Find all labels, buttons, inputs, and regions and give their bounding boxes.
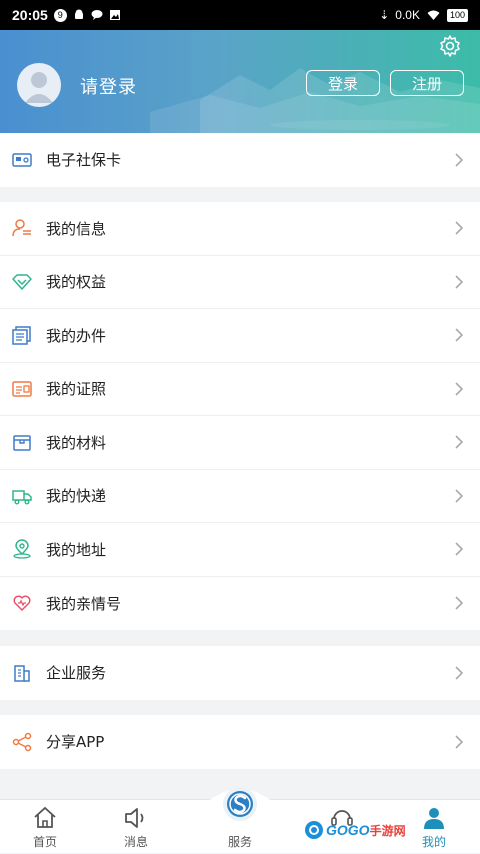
chevron-right-icon — [455, 221, 464, 235]
diamond-icon — [12, 274, 32, 290]
menu-item-label: 我的材料 — [46, 433, 107, 452]
menu-item-label: 我的快递 — [46, 487, 107, 506]
tab-label: 服务 — [227, 835, 252, 849]
chevron-right-icon — [455, 666, 464, 680]
default-avatar-icon — [25, 72, 53, 103]
chevron-right-icon — [455, 153, 464, 167]
android-icon — [74, 9, 83, 19]
mute-icon: ⇣ — [379, 8, 390, 22]
user-icon — [424, 808, 444, 829]
menu-item-label: 企业服务 — [46, 664, 107, 683]
menu-section-share: 分享APP — [0, 715, 480, 769]
menu-item-licenses[interactable]: 我的证照 — [0, 363, 480, 416]
login-prompt[interactable]: 请登录 — [80, 73, 137, 99]
menu-section-personal: 我的信息 我的权益 我的办件 我的证照 我的材料 我的快递 我的地址 我的亲情号 — [0, 202, 480, 630]
menu-item-label: 我的证照 — [46, 380, 107, 399]
share-icon — [12, 732, 32, 751]
home-icon — [34, 806, 56, 828]
tab-messages[interactable]: 消息 — [96, 800, 176, 854]
chat-icon — [91, 10, 103, 20]
chevron-right-icon — [455, 435, 464, 449]
menu-item-label: 我的权益 — [46, 273, 107, 292]
menu-item-label: 我的办件 — [46, 326, 107, 345]
watermark-suffix: 手游网 — [369, 823, 406, 838]
status-time: 20:05 — [12, 7, 48, 23]
watermark-logo: GOGO 手游网 — [304, 816, 406, 844]
menu-item-address[interactable]: 我的地址 — [0, 523, 480, 577]
profile-header: 请登录 登录 注册 — [0, 30, 480, 133]
menu-item-enterprise[interactable]: 企业服务 — [0, 646, 480, 700]
watermark-brand: GOGO — [326, 822, 370, 838]
menu-item-express[interactable]: 我的快递 — [0, 470, 480, 523]
menu-item-label: 我的亲情号 — [46, 594, 122, 613]
register-button[interactable]: 注册 — [390, 70, 464, 96]
menu-item-cases[interactable]: 我的办件 — [0, 309, 480, 363]
social-card-icon — [12, 153, 32, 167]
truck-icon — [12, 490, 32, 505]
menu-item-label: 分享APP — [46, 733, 105, 752]
tab-label: 消息 — [123, 835, 148, 849]
chevron-right-icon — [455, 489, 464, 503]
battery-icon: 100 — [446, 8, 468, 22]
chevron-right-icon — [455, 328, 464, 342]
chevron-right-icon — [455, 542, 464, 556]
location-icon — [13, 539, 31, 559]
menu-item-share[interactable]: 分享APP — [0, 715, 480, 769]
menu-section-card: 电子社保卡 — [0, 133, 480, 187]
menu-item-label: 我的地址 — [46, 540, 107, 559]
menu-item-social-card[interactable]: 电子社保卡 — [0, 133, 480, 187]
chevron-right-icon — [455, 735, 464, 749]
documents-icon — [12, 326, 31, 345]
settings-gear-icon[interactable] — [438, 34, 462, 58]
chevron-right-icon — [455, 275, 464, 289]
tab-label: 我的 — [421, 835, 446, 849]
menu-item-info[interactable]: 我的信息 — [0, 202, 480, 256]
menu-item-family[interactable]: 我的亲情号 — [0, 577, 480, 631]
net-speed: 0.0K — [395, 8, 420, 22]
license-icon — [12, 381, 32, 397]
menu-item-rights[interactable]: 我的权益 — [0, 256, 480, 309]
tab-mine[interactable]: 我的 — [394, 800, 474, 854]
box-icon — [13, 435, 31, 451]
image-icon — [109, 10, 120, 20]
menu-item-label: 我的信息 — [46, 219, 107, 238]
avatar[interactable] — [17, 63, 61, 107]
wifi-icon — [427, 10, 440, 20]
menu-section-enterprise: 企业服务 — [0, 646, 480, 700]
chevron-right-icon — [455, 382, 464, 396]
gogo-logo-icon — [305, 821, 323, 839]
chevron-right-icon — [455, 596, 464, 610]
tab-label: 首页 — [32, 835, 57, 849]
tab-home[interactable]: 首页 — [5, 800, 85, 854]
login-button[interactable]: 登录 — [306, 70, 380, 96]
status-bar: 20:05 9 ⇣ 0.0K 100 — [0, 0, 480, 30]
speaker-icon — [125, 808, 144, 828]
menu-item-materials[interactable]: 我的材料 — [0, 416, 480, 470]
heart-icon — [13, 595, 31, 611]
service-logo-icon — [210, 787, 270, 828]
service-center-button[interactable] — [210, 780, 270, 828]
notification-badge-icon: 9 — [53, 8, 67, 22]
person-info-icon — [12, 219, 31, 237]
building-icon — [14, 665, 30, 682]
menu-item-label: 电子社保卡 — [46, 151, 122, 170]
